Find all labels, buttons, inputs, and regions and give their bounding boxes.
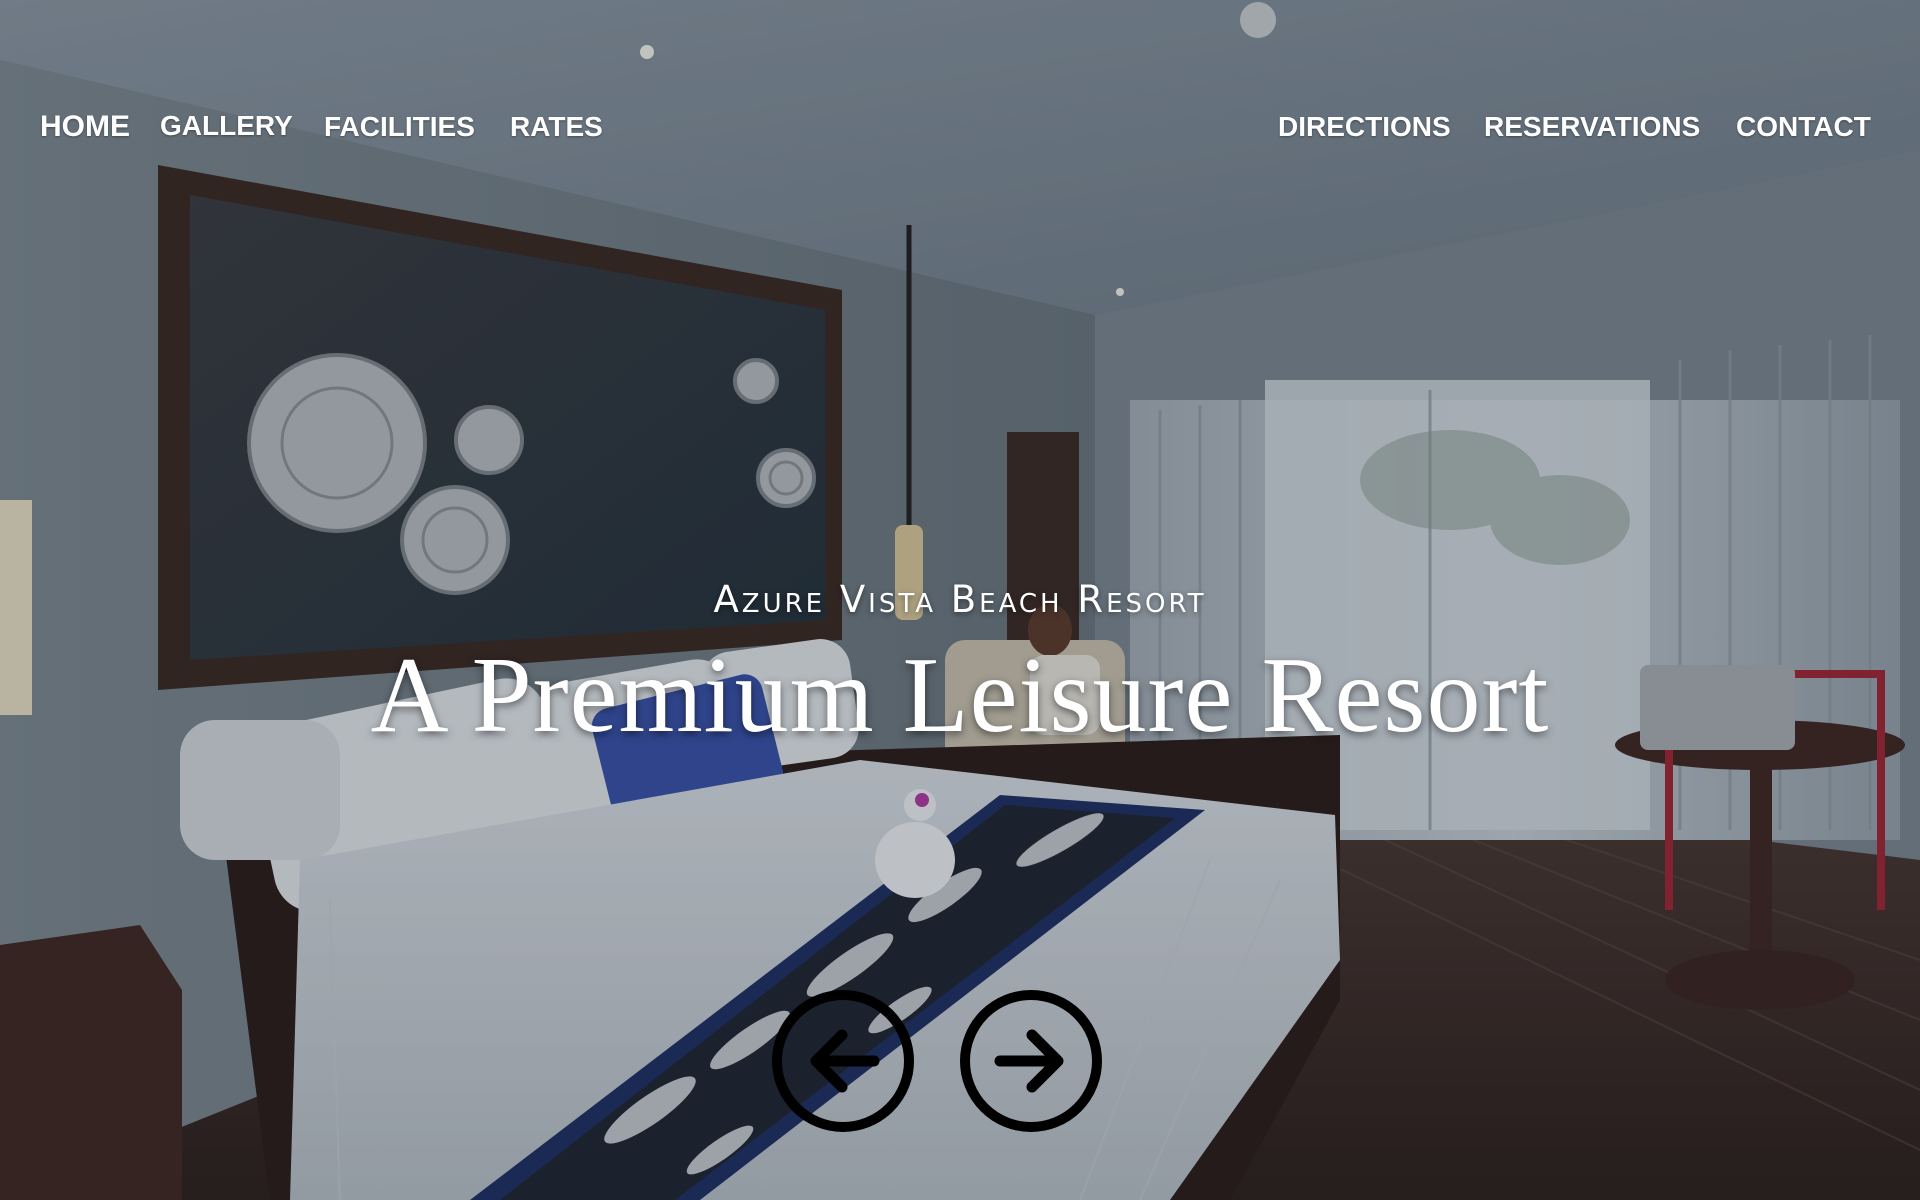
arrow-right-icon: [994, 1029, 1064, 1093]
nav-contact-link[interactable]: CONTACT: [1736, 111, 1871, 143]
carousel-next-button[interactable]: [960, 990, 1102, 1132]
hero-banner: HOME GALLERY FACILITIES RATES DIRECTIONS…: [0, 0, 1920, 1200]
nav-facilities-link[interactable]: FACILITIES: [324, 111, 475, 143]
arrow-left-icon: [810, 1029, 880, 1093]
nav-directions-link[interactable]: DIRECTIONS: [1278, 111, 1451, 143]
nav-rates-link[interactable]: RATES: [510, 111, 603, 143]
nav-reservations-link[interactable]: RESERVATIONS: [1484, 111, 1700, 143]
nav-gallery-link[interactable]: GALLERY: [160, 110, 293, 142]
nav-home-link[interactable]: HOME: [40, 110, 130, 144]
main-navigation: HOME GALLERY FACILITIES RATES DIRECTIONS…: [0, 0, 1920, 143]
hero-title: A Premium Leisure Resort: [370, 636, 1550, 755]
carousel-prev-button[interactable]: [772, 990, 914, 1132]
hero-subtitle: Azure Vista Beach Resort: [713, 578, 1207, 621]
